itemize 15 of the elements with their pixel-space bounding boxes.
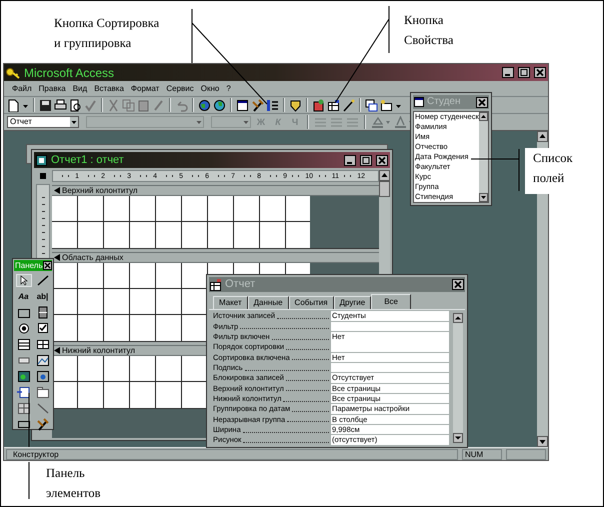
callout-text: и группировка [54, 35, 132, 52]
window-title: Студен [427, 97, 462, 107]
window-title: Панель [14, 262, 43, 270]
callout-text: Кнопка Сортировка [54, 15, 160, 32]
window-title: Отчет [225, 279, 256, 290]
window-title: Отчет1 : отчет [51, 154, 124, 166]
callout-text: элементов [46, 485, 101, 502]
callout-text: полей [533, 170, 566, 187]
callout-text: Список [533, 150, 574, 167]
status-text: Конструктор [6, 448, 458, 460]
status-indicator: NUM [462, 448, 502, 460]
callout-text: Панель [46, 465, 86, 482]
callout-text: Кнопка [404, 12, 444, 29]
window-title: Microsoft Access [24, 66, 114, 78]
callout-text: Свойства [404, 32, 454, 49]
